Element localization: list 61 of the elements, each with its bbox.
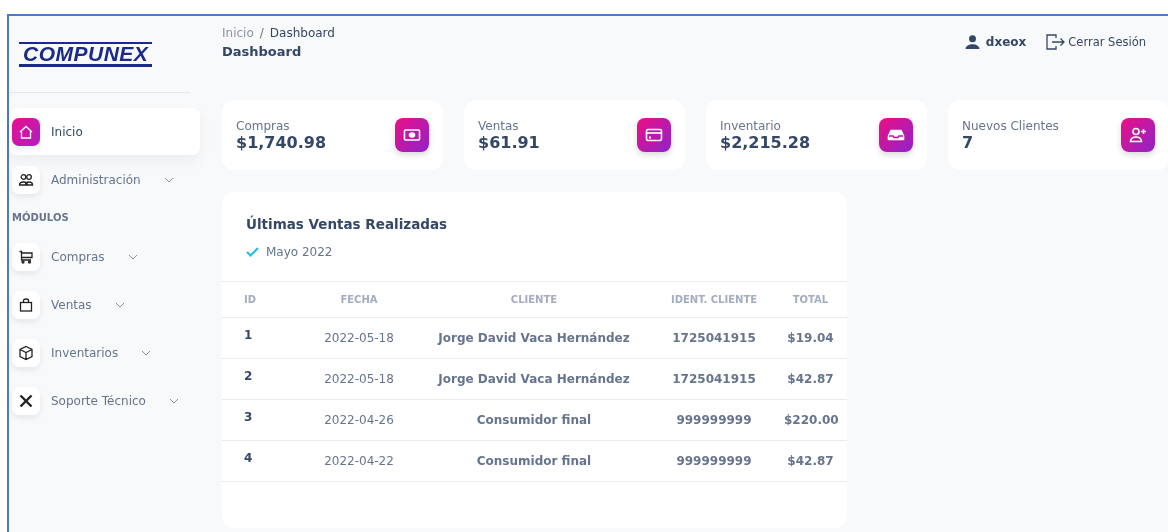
- card-subtitle: Mayo 2022: [266, 245, 333, 259]
- sidebar-item[interactable]: Administración: [9, 156, 200, 203]
- table-cell-text: 4: [244, 450, 254, 465]
- stat-value: 7: [962, 132, 975, 152]
- breadcrumb-item: Dashboard: [269, 26, 335, 40]
- home-icon: [12, 117, 40, 146]
- stat-value: $61.91: [478, 132, 540, 152]
- table-cell-text: Consumidor final: [475, 454, 593, 468]
- table-cell-text: Consumidor final: [475, 413, 593, 427]
- sidebar-item[interactable]: Inventarios: [9, 329, 200, 376]
- cart-icon: [12, 242, 40, 271]
- sidebar-item[interactable]: Inicio: [9, 108, 200, 155]
- column-header: ID: [244, 294, 258, 305]
- add-user-icon: [1121, 118, 1155, 152]
- logo: COMPUNEX: [19, 41, 153, 67]
- box-icon: [12, 338, 40, 367]
- column-header: IDENT. CLIENTE: [669, 294, 759, 305]
- stat-value: $2,215.28: [720, 132, 811, 152]
- bag-icon: [12, 290, 40, 319]
- table-cell-text: 2022-04-22: [323, 454, 395, 468]
- username[interactable]: dxeox: [985, 35, 1027, 49]
- sidebar-item[interactable]: Ventas: [9, 281, 200, 328]
- users-icon: [12, 165, 40, 194]
- column-header: TOTAL: [791, 294, 830, 305]
- table-cell-text: Jorge David Vaca Hernández: [436, 372, 631, 386]
- credit-card-icon: [637, 118, 671, 152]
- inbox-icon: [879, 118, 913, 152]
- table-cell-text: 2: [244, 368, 254, 383]
- table-cell-text: $42.87: [786, 372, 835, 386]
- logout-icon: [1046, 34, 1067, 50]
- sidebar-item[interactable]: Compras: [9, 233, 200, 280]
- stat-label: Compras: [236, 118, 291, 133]
- stat-label: Nuevos Clientes: [962, 118, 1059, 133]
- section-heading: MÓDULOS: [11, 210, 70, 225]
- stat-label: Inventario: [720, 118, 782, 133]
- table-cell-text: Jorge David Vaca Hernández: [436, 331, 631, 345]
- table-cell-text: 1: [244, 327, 254, 342]
- table-cell-text: 2022-04-26: [323, 413, 395, 427]
- table-cell-text: 1725041915: [671, 372, 757, 386]
- stat-value: $1,740.98: [236, 132, 327, 152]
- user-icon: [964, 35, 980, 49]
- table-cell-text: $19.04: [786, 331, 835, 345]
- page-title: Dashboard: [222, 44, 303, 59]
- table-cell-text: $42.87: [786, 454, 835, 468]
- column-header: CLIENTE: [509, 294, 559, 305]
- breadcrumb-separator: /: [259, 26, 264, 40]
- money-icon: [395, 118, 429, 152]
- sidebar-item[interactable]: Soporte Técnico: [9, 377, 200, 424]
- check-icon: [246, 247, 259, 257]
- table-cell-text: 1725041915: [671, 331, 757, 345]
- card-title: Últimas Ventas Realizadas: [246, 216, 449, 232]
- stat-label: Ventas: [478, 118, 520, 133]
- breadcrumb-item[interactable]: Inicio: [222, 26, 254, 40]
- table-cell: $220.00: [784, 413, 839, 427]
- column-header: FECHA: [339, 294, 379, 305]
- table-cell-text: 3: [244, 409, 254, 424]
- logout-link[interactable]: Cerrar Sesión: [1046, 34, 1146, 50]
- table-cell-text: 999999999: [675, 454, 753, 468]
- table-cell-text: 2022-05-18: [323, 372, 395, 386]
- table-cell-text: 999999999: [675, 413, 753, 427]
- table-cell-text: 2022-05-18: [323, 331, 395, 345]
